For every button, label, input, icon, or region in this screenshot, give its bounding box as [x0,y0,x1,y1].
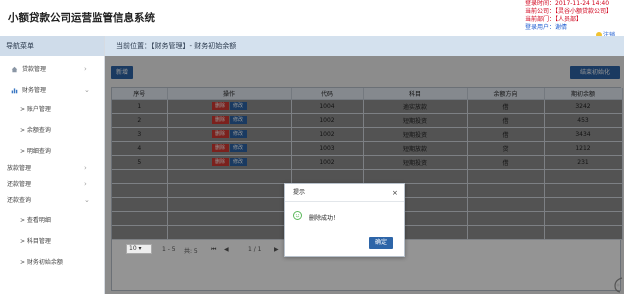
app-window: 小额贷款公司运营监管信息系统 登录时间：2017-11-24 14:40 当前公… [0,0,624,294]
sidebar-item-label: > 明细查询 [20,148,51,155]
chevron-down-icon: ⌄ [84,86,90,94]
next-page-icon[interactable]: ▶ [274,246,279,253]
sidebar-item-finance[interactable]: 财务管理 ⌄ [0,83,104,98]
sidebar-item-label: 贷款管理 [22,66,47,73]
page-size-value: 10 [129,245,137,252]
pagination-bar: 10 ▾ 1 - 5 共: 5 ⏮ ◀ 1 / 1 ▶ [111,242,283,256]
record-range: 1 - 5 [162,246,176,253]
prev-page-icon[interactable]: ◀ [224,246,229,253]
chevron-right-icon: › [84,180,87,188]
modal-overlay [105,56,624,294]
sidebar-item-view-detail[interactable]: > 查看明细 [0,213,104,228]
sidebar-item-subjects[interactable]: > 科目管理 [0,234,104,249]
sidebar-item-label: > 科目管理 [20,238,51,245]
sidebar-item-loan[interactable]: 贷款管理 › [0,62,104,77]
top-header: 小额贷款公司运营监管信息系统 登录时间：2017-11-24 14:40 当前公… [0,0,624,39]
dialog-message: 删除成功！ [309,215,340,222]
current-department: 当前部门：【人员部】 [525,16,583,23]
sidebar-item-label: > 财务初始余额 [20,259,63,266]
dialog-title-bar: 提示 × [285,184,404,202]
success-dialog: 提示 × 删除成功！ 确定 [284,183,405,257]
close-icon[interactable]: × [392,184,398,202]
sidebar-item-label: > 查看明细 [20,217,51,224]
sidebar-item-balance-query[interactable]: > 余额查询 [0,123,104,138]
sidebar-item-label: > 余额查询 [20,127,51,134]
assistant-icon[interactable] [612,276,624,294]
chevron-down-icon: ⌄ [84,196,90,204]
sidebar-item-label: > 账户管理 [20,106,51,113]
first-page-icon[interactable]: ⏮ [211,246,216,254]
sidebar: 导航菜单 贷款管理 › 财务管理 ⌄ > 账户管理 > 余额查询 > 明细查询 … [0,36,105,294]
chevron-right-icon: › [84,164,87,172]
record-total: 共: 5 [184,248,198,255]
sidebar-item-detail-query[interactable]: > 明细查询 [0,144,104,159]
sidebar-item-disbursement[interactable]: 放款管理 › [0,161,104,176]
session-info: 登录时间：2017-11-24 14:40 当前公司：【灵谷小额贷款公司】 当前… [525,0,612,32]
confirm-button[interactable]: 确定 [369,237,393,249]
page-size-select[interactable]: 10 ▾ [126,244,152,254]
sidebar-item-label: 还款查询 [7,197,32,204]
sidebar-item-label: 放款管理 [7,165,32,172]
dialog-title: 提示 [293,189,306,196]
sidebar-item-accounts[interactable]: > 账户管理 [0,102,104,117]
chevron-right-icon: › [84,65,87,73]
app-title: 小额贷款公司运营监管信息系统 [8,12,155,24]
bar-chart-icon [11,88,18,94]
sidebar-item-label: 还款管理 [7,181,32,188]
current-company: 当前公司：【灵谷小额贷款公司】 [525,8,613,15]
home-icon [11,66,18,73]
page-indicator: 1 / 1 [248,246,262,253]
sidebar-title: 导航菜单 [0,36,104,56]
sidebar-item-repayment-query[interactable]: 还款查询 ⌄ [0,193,104,208]
sidebar-item-initial-balance[interactable]: > 财务初始余额 [0,255,104,270]
login-time: 登录时间：2017-11-24 14:40 [525,0,610,7]
smile-icon [293,211,302,220]
sidebar-item-label: 财务管理 [22,87,47,94]
breadcrumb: 当前位置：【财务管理】- 财务初始余额 [105,36,624,56]
sidebar-item-repayment[interactable]: 还款管理 › [0,177,104,192]
